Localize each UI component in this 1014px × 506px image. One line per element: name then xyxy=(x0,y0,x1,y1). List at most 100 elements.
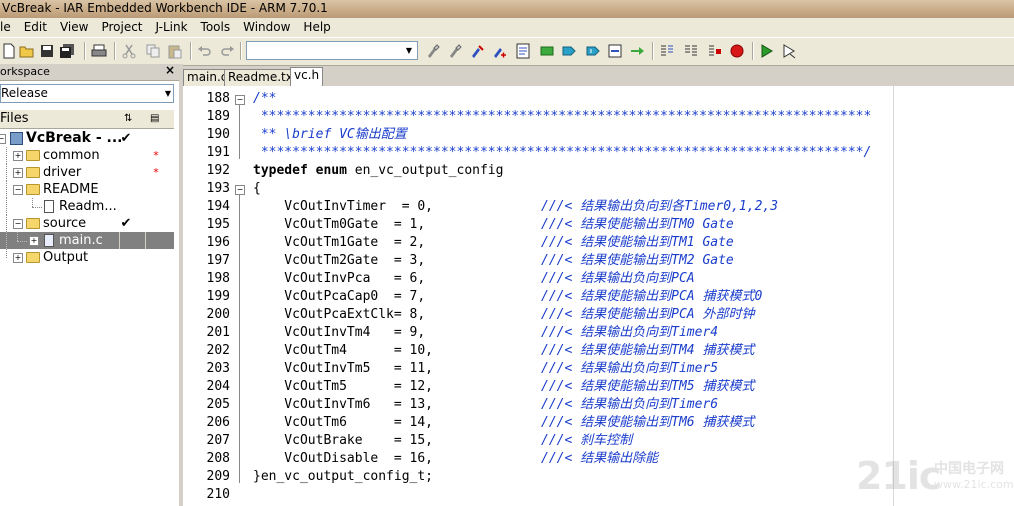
expand-icon[interactable]: + xyxy=(13,151,23,161)
chevron-down-icon[interactable]: ▼ xyxy=(165,85,171,102)
navigate-forward-icon[interactable] xyxy=(628,42,646,60)
prev-bookmark-icon[interactable] xyxy=(584,42,602,60)
sort-options-icon[interactable]: ⇅ xyxy=(124,110,132,128)
code-text: VcOutTm1Gate = 2, xyxy=(253,235,426,250)
tree-item-source[interactable]: − source ✔ xyxy=(0,215,174,232)
menu-jlink[interactable]: J-Link xyxy=(150,18,195,37)
make-icon[interactable] xyxy=(682,42,700,60)
code-line: VcOutTm5 = 12, ///< 结果使能输出到TM5 捕获模式 xyxy=(253,378,754,396)
line-number: 188 xyxy=(206,91,230,106)
code-comment: ///< 结果使能输出到PCA 捕获模式0 xyxy=(541,289,763,304)
tree-item-label: Output xyxy=(43,250,89,265)
close-icon[interactable]: × xyxy=(165,63,175,78)
new-file-icon[interactable] xyxy=(0,42,18,60)
bookmark-icon[interactable] xyxy=(538,42,556,60)
line-number: 196 xyxy=(206,235,230,250)
column-options-icon[interactable]: ▤ xyxy=(150,110,159,128)
code-text: typedef enum en_vc_output_config xyxy=(253,163,504,178)
tree-item-common[interactable]: + common * xyxy=(0,147,174,164)
line-number: 201 xyxy=(206,325,230,340)
replace-icon[interactable] xyxy=(490,42,508,60)
menu-project[interactable]: Project xyxy=(95,18,149,37)
paste-icon[interactable] xyxy=(166,42,184,60)
code-text: VcOutDisable = 16, xyxy=(253,451,434,466)
tree-item-main-c[interactable]: + main.c xyxy=(0,232,174,249)
code-line: VcOutInvTm5 = 11, ///< 结果输出负向到Timer5 xyxy=(253,360,718,378)
line-number: 209 xyxy=(206,469,230,484)
fold-toggle-icon[interactable]: − xyxy=(235,185,245,195)
code-line: VcOutInvTm6 = 13, ///< 结果输出负向到Timer6 xyxy=(253,396,718,414)
code-text: VcOutInvPca = 6, xyxy=(253,271,426,286)
compile-icon[interactable] xyxy=(658,42,676,60)
code-comment: ///< 结果输出负向到Timer6 xyxy=(541,397,719,412)
expand-icon[interactable]: + xyxy=(29,236,39,246)
fold-toggle-icon[interactable]: − xyxy=(235,95,245,105)
open-file-icon[interactable] xyxy=(18,42,36,60)
print-icon[interactable] xyxy=(90,42,108,60)
breakpoint-icon[interactable] xyxy=(728,42,746,60)
line-number: 190 xyxy=(206,127,230,142)
toolbar: ▼ xyxy=(0,37,1014,66)
expand-icon[interactable]: + xyxy=(13,168,23,178)
undo-icon[interactable] xyxy=(196,42,214,60)
menu-window[interactable]: Window xyxy=(237,18,297,37)
modified-indicator: * xyxy=(153,166,159,179)
tree-item-driver[interactable]: + driver * xyxy=(0,164,174,181)
modified-indicator: * xyxy=(153,149,159,162)
collapse-icon[interactable]: − xyxy=(13,185,23,195)
tree-item-output[interactable]: + Output xyxy=(0,249,174,266)
tree-item-project[interactable]: − VcBreak - ... ✔ xyxy=(0,130,174,147)
navigate-icon[interactable] xyxy=(606,42,624,60)
expand-icon[interactable]: + xyxy=(13,253,23,263)
tree-item-readme-file[interactable]: Readm... xyxy=(0,198,174,215)
code-line: ****************************************… xyxy=(253,108,872,126)
download-debug-icon[interactable] xyxy=(758,42,776,60)
find-next-icon[interactable] xyxy=(446,42,464,60)
menu-view[interactable]: View xyxy=(54,18,95,37)
collapse-icon[interactable]: − xyxy=(0,134,6,144)
watermark-url-text: www.21ic.com xyxy=(934,478,1014,491)
tree-item-label: Readm... xyxy=(59,199,117,214)
cut-icon[interactable] xyxy=(120,42,138,60)
goto-icon[interactable] xyxy=(514,42,532,60)
code-text: VcOutBrake = 15, xyxy=(253,433,434,448)
redo-icon[interactable] xyxy=(218,42,236,60)
line-number: 191 xyxy=(206,145,230,160)
code-comment: ///< 结果输出除能 xyxy=(541,451,659,466)
code-comment: ///< 结果使能输出到PCA 外部时钟 xyxy=(541,307,755,322)
menu-help[interactable]: Help xyxy=(297,18,337,37)
code-comment: ///< 结果使能输出到TM4 捕获模式 xyxy=(541,343,755,358)
code-editor[interactable]: 188 /** 189 ******************************… xyxy=(183,86,1014,506)
folder-icon xyxy=(26,218,40,229)
copy-icon[interactable] xyxy=(144,42,162,60)
menu-tools[interactable]: Tools xyxy=(195,18,238,37)
stop-build-icon[interactable] xyxy=(706,42,724,60)
line-number: 210 xyxy=(206,487,230,502)
code-text: ** \brief VC输出配置 xyxy=(253,127,407,142)
tree-item-label: VcBreak - ... xyxy=(26,130,123,146)
collapse-icon[interactable]: − xyxy=(13,219,23,229)
save-icon[interactable] xyxy=(38,42,56,60)
code-text: ****************************************… xyxy=(253,145,872,160)
line-number: 204 xyxy=(206,379,230,394)
find-prev-icon[interactable] xyxy=(468,42,486,60)
chevron-down-icon[interactable]: ▼ xyxy=(401,42,417,59)
project-icon xyxy=(10,132,23,145)
find-combo[interactable]: ▼ xyxy=(246,41,418,60)
line-number: 195 xyxy=(206,217,230,232)
code-text: VcOutPcaExtClk= 8, xyxy=(253,307,426,322)
folder-icon xyxy=(26,167,40,178)
line-number: 202 xyxy=(206,343,230,358)
code-comment: ///< 结果使能输出到TM0 Gate xyxy=(541,217,734,232)
file-tree: − VcBreak - ... ✔ + common * + driver * … xyxy=(0,130,174,266)
code-line: { xyxy=(253,180,261,198)
save-all-icon[interactable] xyxy=(58,42,76,60)
menu-edit[interactable]: Edit xyxy=(18,18,54,37)
debug-without-download-icon[interactable] xyxy=(780,42,798,60)
next-bookmark-icon[interactable] xyxy=(560,42,578,60)
find-icon[interactable] xyxy=(424,42,442,60)
tab-vc-h[interactable]: vc.h xyxy=(290,67,324,87)
tree-item-readme-folder[interactable]: − README xyxy=(0,181,174,198)
menu-file[interactable]: le xyxy=(0,18,18,37)
configuration-select[interactable]: Release ▼ xyxy=(0,84,174,103)
